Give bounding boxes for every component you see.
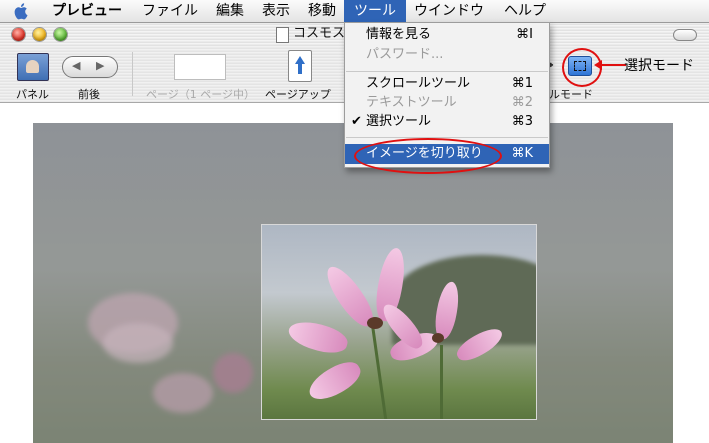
menu-item-shortcut: ⌘2 [511,95,533,110]
flower-center [367,317,383,329]
forward-arrow-icon[interactable]: ▶ [96,59,104,72]
menu-item-label: スクロールツール [366,76,471,91]
back-arrow-icon[interactable]: ◀ [72,59,80,72]
zoom-button[interactable] [54,28,67,41]
menu-item-text-tool: テキストツール ⌘2 [345,93,549,113]
menu-item-label: 選択ツール [366,114,432,129]
nav-label: 前後 [78,88,100,101]
menu-item-shortcut: ⌘I [516,27,533,42]
menu-item-scroll-tool[interactable]: スクロールツール ⌘1 [345,74,549,94]
document-icon [276,27,289,43]
annotation-oval [354,138,502,174]
image-canvas[interactable] [33,123,673,443]
back-forward-buttons[interactable]: ◀ ▶ [62,56,118,78]
flower-stem [371,325,388,419]
page-number-field[interactable] [174,54,226,80]
menu-view[interactable]: 表示 [254,0,298,22]
menu-file[interactable]: ファイル [134,0,206,22]
menu-separator [346,71,548,72]
menu-bar: プレビュー ファイル 編集 表示 移動 ツール ウインドウ ヘルプ [0,0,709,23]
toolbar-toggle-button[interactable] [673,29,697,41]
flower-petal [285,316,351,358]
apple-menu-icon[interactable] [14,2,30,20]
menu-item-label: 情報を見る [366,27,432,42]
menu-window[interactable]: ウインドウ [406,0,492,22]
menu-item-shortcut: ⌘3 [511,114,533,129]
page-up-icon[interactable] [288,50,312,82]
flower-stem [440,345,443,419]
minimize-button[interactable] [33,28,46,41]
menu-edit[interactable]: 編集 [208,0,252,22]
menu-item-label: テキストツール [366,95,457,110]
toolbar-separator [132,52,133,96]
menu-app-preview[interactable]: プレビュー [44,0,130,22]
page-label: ページ（1 ページ中） [146,88,256,101]
menu-item-select-tool[interactable]: ✔ 選択ツール ⌘3 [345,112,549,132]
window-title: コスモス [293,26,346,41]
page-up-label: ページアップ [265,88,331,101]
drawer-panel-icon[interactable] [17,53,49,81]
flower-center [432,333,444,343]
selection-rectangle[interactable] [261,224,537,420]
menu-help[interactable]: ヘルプ [496,0,554,22]
checkmark-icon: ✔ [351,114,362,129]
close-button[interactable] [12,28,25,41]
menu-item-shortcut: ⌘1 [511,76,533,91]
menu-item-label: パスワード... [366,47,444,62]
menu-item-shortcut: ⌘K [511,146,533,161]
panel-label: パネル [16,88,49,101]
flower-petal [304,355,366,407]
annotation-select-mode: 選択モード [624,58,694,74]
menu-tools[interactable]: ツール [344,0,406,22]
menu-item-password: パスワード... [345,45,549,65]
menu-item-get-info[interactable]: 情報を見る ⌘I [345,25,549,45]
annotation-arrow [594,60,626,70]
menu-go[interactable]: 移動 [300,0,344,22]
